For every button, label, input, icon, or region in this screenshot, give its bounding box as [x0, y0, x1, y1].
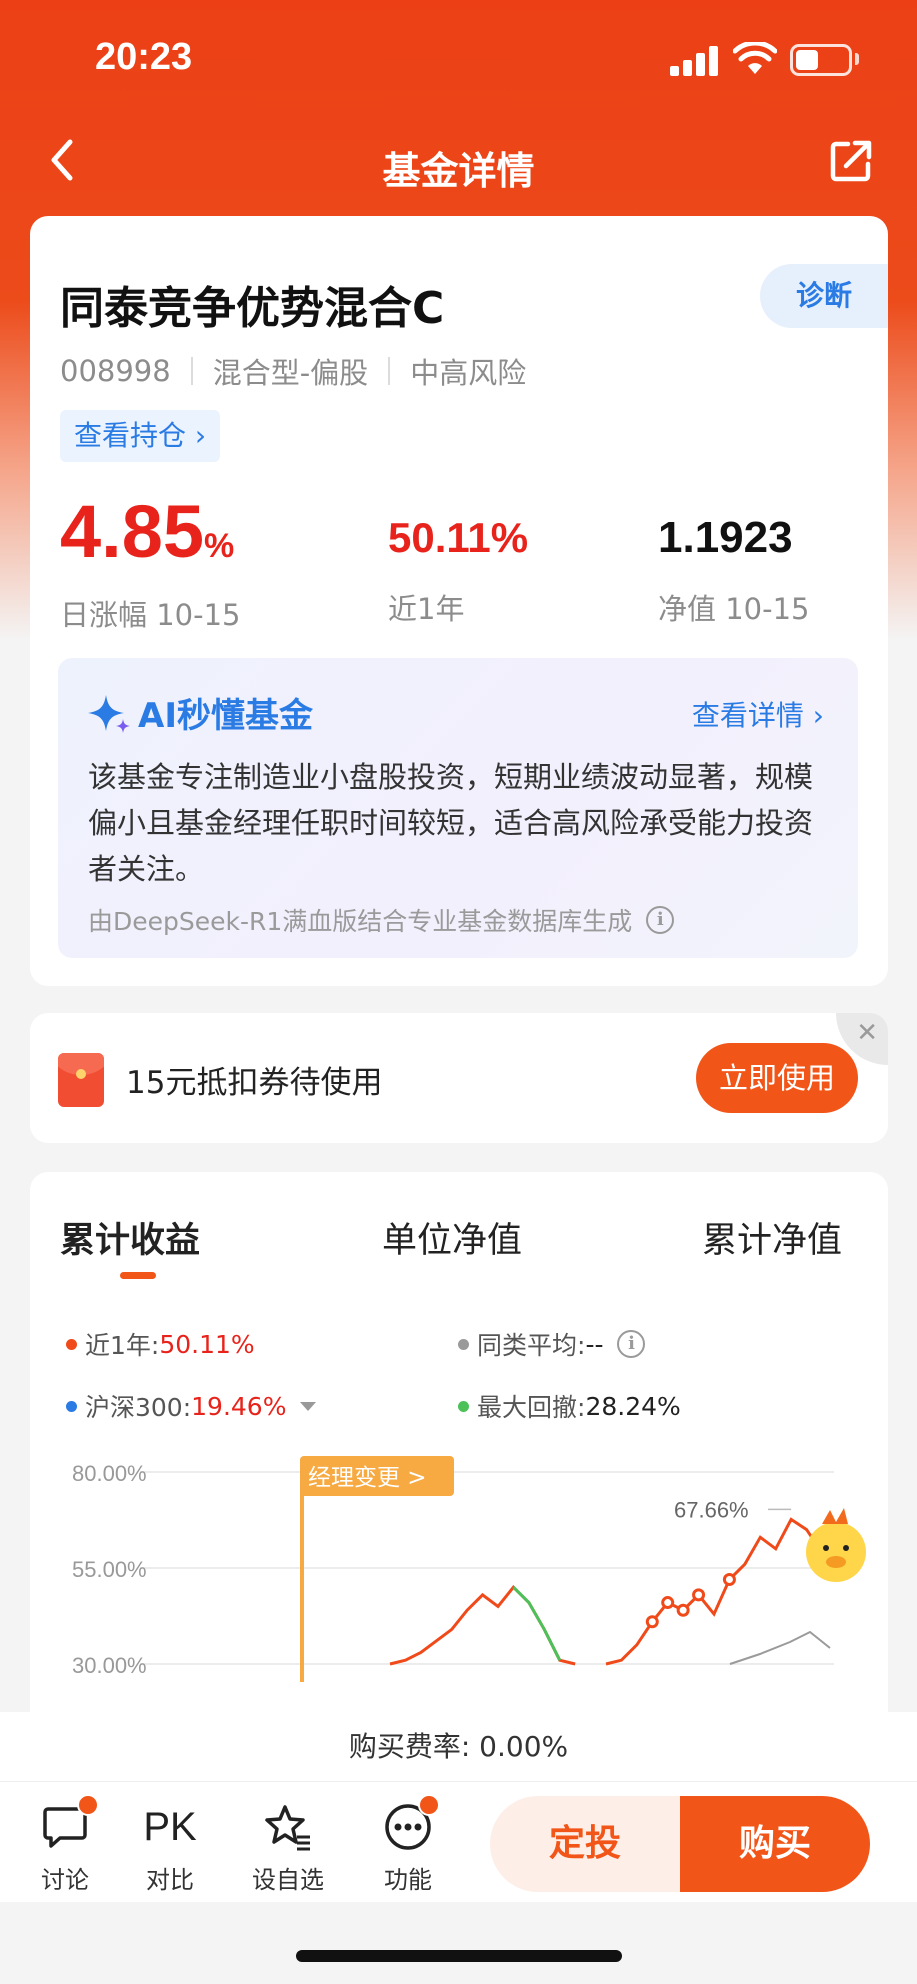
- sparkle-icon: [88, 694, 130, 733]
- y-tick-label: 80.00%: [72, 1461, 147, 1486]
- meta-divider: [388, 357, 391, 385]
- active-tab-indicator: [120, 1272, 156, 1279]
- fund-risk: 中高风险: [410, 356, 527, 390]
- buy-button[interactable]: 购买: [680, 1796, 870, 1892]
- action-buttons: 定投 购买: [490, 1796, 870, 1892]
- mascot-chick-icon: [806, 1508, 866, 1582]
- fund-return-line: [389, 1584, 576, 1666]
- ai-source: 由DeepSeek-R1满血版结合专业基金数据库生成 i: [88, 902, 675, 938]
- legend-avg-label: 同类平均:: [477, 1331, 586, 1360]
- nav-value: 1.1923: [658, 513, 793, 562]
- status-time: 20:23: [95, 36, 193, 78]
- peak-label: 67.66%: [674, 1497, 749, 1522]
- legend-max-drawdown: 最大回撤: 28.24%: [458, 1388, 681, 1424]
- daily-change-unit: %: [204, 527, 235, 565]
- fund-code: 008998: [60, 354, 171, 388]
- tab-cumulative-return[interactable]: 累计收益: [60, 1212, 200, 1263]
- red-envelope-icon: [58, 1053, 104, 1107]
- battery-icon: [790, 44, 852, 76]
- trade-point-marker: [722, 1573, 736, 1587]
- chevron-down-icon: [300, 1401, 317, 1411]
- pk-icon: PK: [143, 1804, 197, 1849]
- trade-point-marker: [676, 1603, 690, 1617]
- legend-dot: [458, 1338, 469, 1350]
- category-average-line: [729, 1630, 831, 1665]
- max-drawdown-line: [512, 1586, 562, 1661]
- share-icon[interactable]: [828, 138, 874, 184]
- ai-title: AI秒懂基金: [88, 688, 313, 737]
- legend-category-avg: 同类平均: -- i: [458, 1326, 646, 1362]
- year-return-metric: 50.11% 近1年: [388, 498, 528, 628]
- legend-index[interactable]: 沪深300: 19.46%: [66, 1388, 317, 1424]
- ai-detail-link[interactable]: 查看详情 ›: [692, 694, 824, 734]
- meta-divider: [190, 357, 193, 385]
- tab-cumulative-nav[interactable]: 累计净值: [702, 1212, 842, 1263]
- status-bar: 20:23: [0, 0, 917, 110]
- legend-avg-value: --: [585, 1329, 604, 1359]
- return-chart[interactable]: 80.00% 55.00% 30.00% 经理变更 > 67.66%: [30, 1442, 888, 1732]
- page-title: 基金详情: [382, 149, 535, 193]
- legend-dot: [66, 1400, 77, 1412]
- auto-invest-button[interactable]: 定投: [490, 1796, 680, 1892]
- year-return-value: 50.11%: [388, 514, 529, 561]
- notification-badge: [418, 1794, 440, 1816]
- diagnose-button[interactable]: 诊断: [760, 264, 888, 328]
- battery-tip: [855, 53, 859, 65]
- signal-icon: [670, 44, 718, 76]
- discuss-button[interactable]: 讨论: [25, 1794, 105, 1895]
- manager-change-label: 经理变更 >: [308, 1465, 427, 1491]
- y-tick-label: 30.00%: [72, 1653, 147, 1678]
- legend-dot: [458, 1400, 469, 1412]
- add-watchlist-button[interactable]: 设自选: [248, 1800, 328, 1895]
- legend-index-label: 沪深300:: [85, 1393, 192, 1422]
- trade-point-marker: [661, 1596, 675, 1610]
- functions-label: 功能: [384, 1866, 432, 1894]
- legend-fund: 近1年: 50.11%: [66, 1326, 255, 1362]
- coupon-text: 15元抵扣券待使用: [126, 1065, 383, 1101]
- daily-change-value: 4.85: [60, 490, 205, 573]
- purchase-fee: 购买费率: 0.00%: [0, 1712, 917, 1782]
- use-coupon-button[interactable]: 立即使用: [696, 1043, 858, 1113]
- legend-index-value: 19.46%: [191, 1391, 287, 1421]
- ai-title-text: AI秒懂基金: [138, 696, 313, 736]
- wifi-icon: [733, 42, 777, 74]
- trade-point-marker: [645, 1615, 659, 1629]
- fund-meta: 008998 混合型-偏股 中高风险: [60, 350, 526, 392]
- y-tick-label: 55.00%: [72, 1557, 147, 1582]
- tab-unit-nav[interactable]: 单位净值: [382, 1212, 522, 1263]
- daily-change-label: 日涨幅 10-15: [60, 598, 241, 632]
- star-icon: [265, 1805, 310, 1851]
- legend-fund-label: 近1年:: [85, 1331, 160, 1360]
- ai-summary-text: 该基金专注制造业小盘股投资，短期业绩波动显著，规模偏小且基金经理任职时间较短，适…: [88, 760, 814, 886]
- nav-metric: 1.1923 净值 10-15: [658, 498, 810, 628]
- fund-type: 混合型-偏股: [212, 356, 369, 390]
- functions-button[interactable]: 功能: [368, 1794, 448, 1895]
- legend-dot: [66, 1338, 77, 1350]
- legend-drawdown-value: 28.24%: [585, 1391, 681, 1421]
- fund-name: 同泰竞争优势混合C: [60, 283, 445, 334]
- legend-drawdown-label: 最大回撤:: [477, 1393, 586, 1422]
- year-return-label: 近1年: [388, 592, 465, 626]
- manager-change-line: [300, 1482, 304, 1682]
- info-icon[interactable]: i: [646, 906, 675, 934]
- coupon-card: 15元抵扣券待使用 立即使用 ✕: [30, 1013, 888, 1143]
- info-icon[interactable]: i: [617, 1330, 646, 1358]
- performance-chart-card: 累计收益 单位净值 累计净值 近1年: 50.11% 同类平均: -- i 沪深…: [30, 1172, 888, 1732]
- compare-label: 对比: [146, 1866, 194, 1894]
- daily-change-metric: 4.85% 日涨幅 10-15: [60, 492, 241, 634]
- ai-source-text: 由DeepSeek-R1满血版结合专业基金数据库生成: [88, 907, 633, 936]
- home-indicator: [296, 1950, 622, 1962]
- compare-button[interactable]: PK 对比: [130, 1800, 210, 1895]
- bottom-action-bar: 讨论 PK 对比 设自选 功能 定投 购买: [0, 1782, 917, 1902]
- notification-badge: [77, 1794, 99, 1816]
- view-holdings-button[interactable]: 查看持仓 ›: [60, 410, 221, 462]
- fund-summary-card: 同泰竞争优势混合C 诊断 008998 混合型-偏股 中高风险 查看持仓 › 4…: [30, 216, 888, 986]
- watchlist-label: 设自选: [252, 1866, 324, 1894]
- legend-fund-value: 50.11%: [159, 1329, 255, 1359]
- ai-summary-box[interactable]: AI秒懂基金 查看详情 › 该基金专注制造业小盘股投资，短期业绩波动显著，规模偏…: [58, 658, 858, 958]
- trade-point-marker: [692, 1588, 706, 1602]
- nav-label: 净值 10-15: [658, 592, 810, 626]
- discuss-label: 讨论: [41, 1866, 89, 1894]
